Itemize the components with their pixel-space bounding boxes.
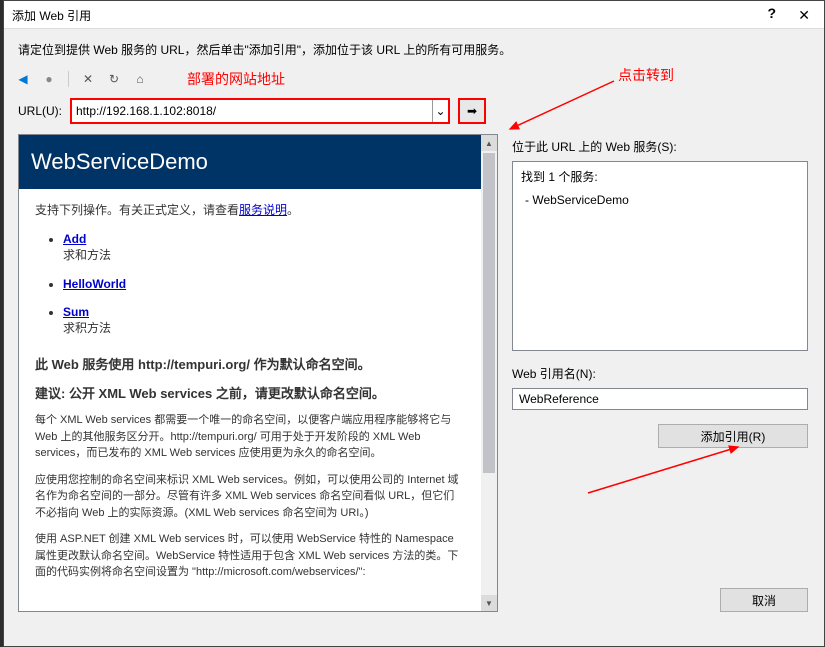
back-icon[interactable]: ◀: [14, 70, 32, 88]
refresh-icon[interactable]: ↻: [105, 70, 123, 88]
help-button[interactable]: ?: [767, 5, 776, 21]
separator: [68, 71, 69, 87]
operation-link-helloworld[interactable]: HelloWorld: [63, 277, 126, 291]
service-body: 支持下列操作。有关正式定义，请查看服务说明。 Add 求和方法 HelloWor…: [19, 189, 481, 603]
preview-content: WebServiceDemo 支持下列操作。有关正式定义，请查看服务说明。 Ad…: [19, 135, 481, 611]
service-description-link[interactable]: 服务说明: [239, 203, 287, 217]
services-listbox[interactable]: 找到 1 个服务: - WebServiceDemo: [512, 161, 808, 351]
services-found-text: 找到 1 个服务:: [521, 168, 799, 185]
list-item: HelloWorld: [63, 277, 465, 291]
url-input-highlight: ⌄: [70, 98, 450, 124]
namespace-para2: 应使用您控制的命名空间来标识 XML Web services。例如，可以使用公…: [35, 472, 465, 522]
operation-link-add[interactable]: Add: [63, 232, 86, 246]
services-label: 位于此 URL 上的 Web 服务(S):: [512, 138, 808, 155]
namespace-line2: 建议: 公开 XML Web services 之前，请更改默认命名空间。: [35, 383, 465, 402]
titlebar: 添加 Web 引用 ? ✕: [4, 1, 824, 29]
scrollbar[interactable]: ▲ ▼: [481, 135, 497, 611]
support-post: 。: [287, 203, 299, 217]
cancel-icon[interactable]: ✕: [79, 70, 97, 88]
refname-label: Web 引用名(N):: [512, 365, 808, 382]
scroll-up-icon[interactable]: ▲: [481, 135, 497, 151]
forward-stop-icon: ●: [40, 70, 58, 88]
home-icon[interactable]: ⌂: [131, 70, 149, 88]
operation-desc: 求积方法: [63, 321, 111, 335]
url-dropdown-icon[interactable]: ⌄: [432, 100, 448, 122]
close-button[interactable]: ✕: [798, 7, 810, 24]
list-item: Add 求和方法: [63, 232, 465, 263]
preview-pane: WebServiceDemo 支持下列操作。有关正式定义，请查看服务说明。 Ad…: [18, 134, 498, 612]
go-icon[interactable]: ➡: [467, 104, 477, 118]
url-label: URL(U):: [18, 104, 62, 118]
add-reference-button[interactable]: 添加引用(R): [658, 424, 808, 448]
cancel-button[interactable]: 取消: [720, 588, 808, 612]
namespace-para1: 每个 XML Web services 都需要一个唯一的命名空间，以便客户端应用…: [35, 412, 465, 462]
scroll-down-icon[interactable]: ▼: [481, 595, 497, 611]
form-pane: 位于此 URL 上的 Web 服务(S): 找到 1 个服务: - WebSer…: [498, 134, 814, 612]
instruction-text: 请定位到提供 Web 服务的 URL，然后单击"添加引用"，添加位于该 URL …: [4, 29, 824, 66]
list-item: Sum 求积方法: [63, 305, 465, 336]
namespace-para3: 使用 ASP.NET 创建 XML Web services 时，可以使用 We…: [35, 531, 465, 581]
support-pre: 支持下列操作。有关正式定义，请查看: [35, 203, 239, 217]
nav-toolbar: ◀ ● ✕ ↻ ⌂ 部署的网站地址: [4, 66, 824, 92]
annotation-url-label: 部署的网站地址: [187, 69, 285, 89]
url-row: URL(U): ⌄ ➡: [4, 92, 824, 134]
go-button-highlight: ➡: [458, 98, 486, 124]
operation-list: Add 求和方法 HelloWorld Sum 求积方法: [35, 232, 465, 336]
scroll-thumb[interactable]: [483, 153, 495, 473]
refname-input[interactable]: [512, 388, 808, 410]
service-heading: WebServiceDemo: [19, 135, 481, 189]
namespace-line1: 此 Web 服务使用 http://tempuri.org/ 作为默认命名空间。: [35, 354, 465, 373]
annotation-go-label: 点击转到: [618, 65, 674, 85]
support-line: 支持下列操作。有关正式定义，请查看服务说明。: [35, 201, 465, 218]
service-item[interactable]: - WebServiceDemo: [525, 193, 799, 207]
content-split: WebServiceDemo 支持下列操作。有关正式定义，请查看服务说明。 Ad…: [4, 134, 824, 622]
operation-link-sum[interactable]: Sum: [63, 305, 89, 319]
url-input[interactable]: [72, 100, 432, 122]
window-title: 添加 Web 引用: [12, 7, 91, 24]
operation-desc: 求和方法: [63, 248, 111, 262]
dialog-window: 添加 Web 引用 ? ✕ 请定位到提供 Web 服务的 URL，然后单击"添加…: [3, 0, 825, 647]
